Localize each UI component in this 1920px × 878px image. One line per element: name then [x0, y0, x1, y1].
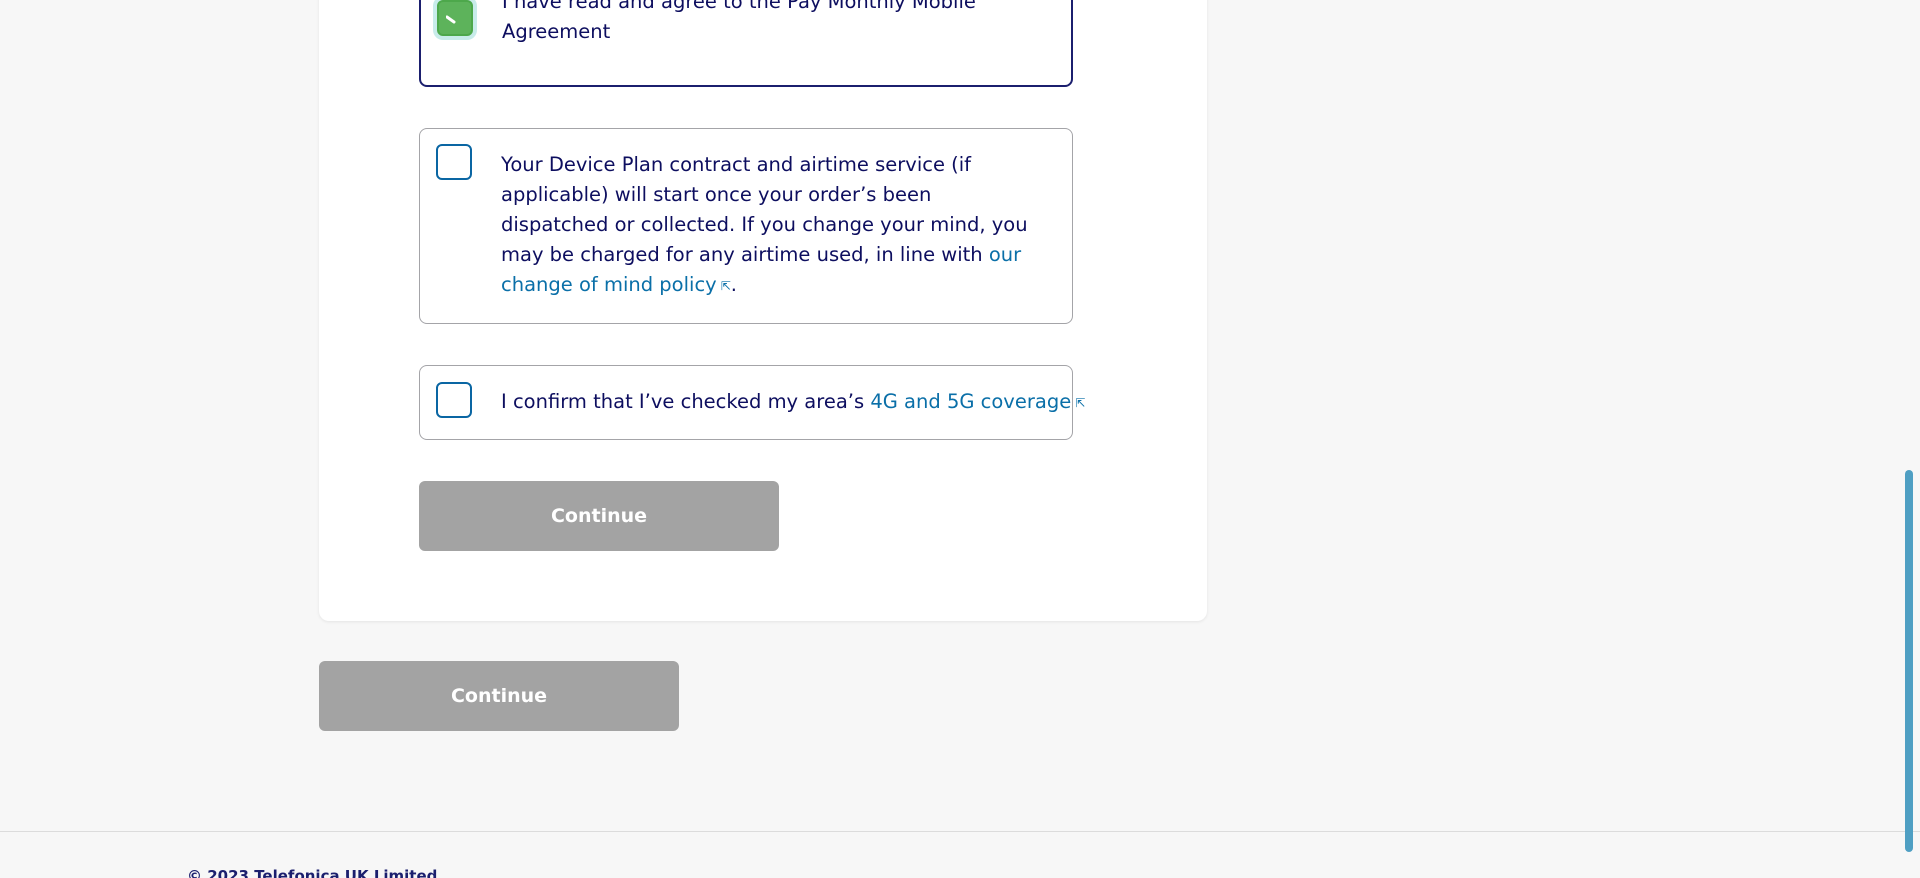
coverage-checkbox[interactable]: [436, 382, 472, 418]
continue-button-agreements[interactable]: Continue: [419, 481, 779, 551]
external-link-icon: ⇱: [720, 278, 731, 293]
device-plan-text: Your Device Plan contract and airtime se…: [501, 153, 1028, 266]
footer-divider: [0, 831, 1920, 832]
pay-monthly-agreement-label: I have read and agree to the Pay Monthly…: [502, 0, 976, 43]
device-plan-agreement-option[interactable]: Your Device Plan contract and airtime se…: [419, 128, 1073, 324]
page: I have read and agree to the Pay Monthly…: [0, 0, 1920, 878]
pay-monthly-checkbox[interactable]: [437, 0, 473, 36]
footer-copyright: © 2023 Telefonica UK Limited: [187, 867, 438, 878]
scrollbar-thumb[interactable]: [1905, 470, 1913, 852]
device-plan-suffix: .: [730, 273, 737, 296]
external-link-icon: ⇱: [1075, 395, 1086, 410]
device-plan-agreement-label: Your Device Plan contract and airtime se…: [501, 150, 1044, 301]
coverage-agreement-option[interactable]: I confirm that I’ve checked my area’s 4G…: [419, 365, 1085, 440]
coverage-text: I confirm that I’ve checked my area’s: [501, 390, 871, 413]
coverage-agreement-label: I confirm that I’ve checked my area’s 4G…: [501, 387, 1085, 418]
device-plan-checkbox[interactable]: [436, 144, 472, 180]
coverage-link[interactable]: 4G and 5G coverage ⇱: [870, 390, 1085, 413]
continue-button-page[interactable]: Continue: [319, 661, 679, 731]
coverage-link-text: 4G and 5G coverage: [870, 390, 1072, 413]
pay-monthly-agreement-option[interactable]: I have read and agree to the Pay Monthly…: [419, 0, 1073, 87]
check-icon: [446, 15, 456, 24]
